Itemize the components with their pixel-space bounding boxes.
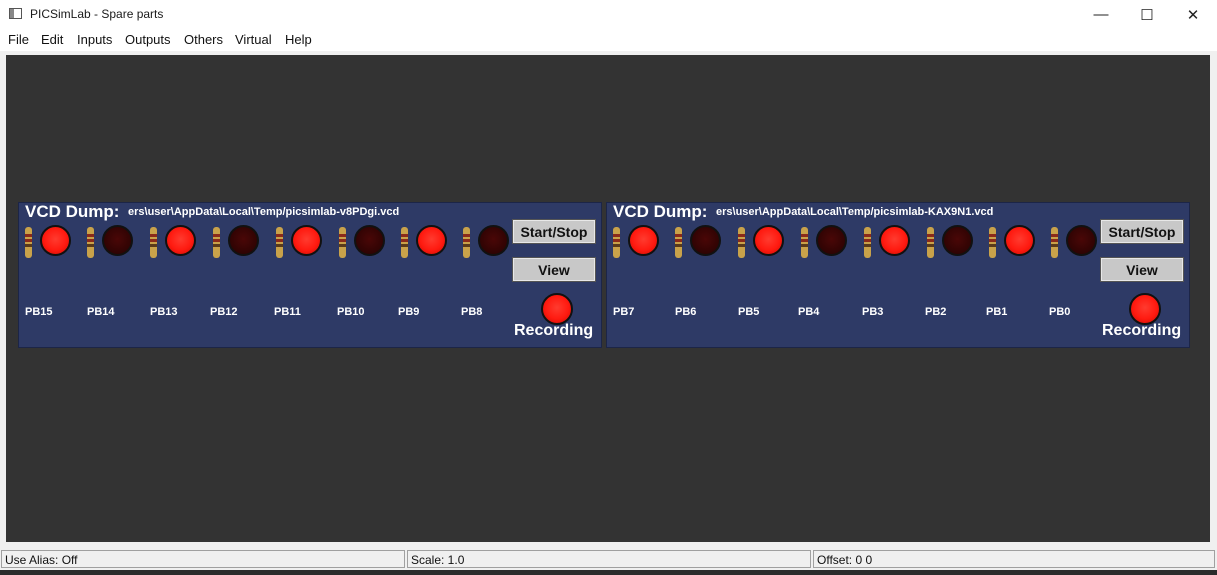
vcd-dump-panel-2: VCD Dump: ers\user\AppData\Local\Temp/pic…	[606, 202, 1190, 348]
menu-bar: File Edit Inputs Outputs Others Virtual …	[0, 29, 1217, 51]
led-pb7	[628, 225, 659, 256]
led-pb9	[416, 225, 447, 256]
resistor-icon	[339, 227, 346, 258]
status-scale: Scale: 1.0	[407, 550, 811, 568]
resistor-icon	[276, 227, 283, 258]
pin-label-pb3: PB3	[862, 306, 884, 318]
app-icon	[9, 8, 22, 19]
led-pb0	[1066, 225, 1097, 256]
taskbar-strip	[0, 570, 1217, 575]
resistor-icon	[25, 227, 32, 258]
resistor-icon	[1051, 227, 1058, 258]
pin-label-pb11: PB11	[274, 306, 301, 318]
led-pb8	[478, 225, 509, 256]
pin-label-pb6: PB6	[675, 306, 697, 318]
led-pb11	[291, 225, 322, 256]
status-alias: Use Alias: Off	[1, 550, 405, 568]
status-bar: Use Alias: Off Scale: 1.0 Offset: 0 0	[0, 548, 1217, 570]
menu-inputs[interactable]: Inputs	[77, 32, 112, 47]
led-pb6	[690, 225, 721, 256]
led-pb2	[942, 225, 973, 256]
pin-label-pb15: PB15	[25, 306, 53, 318]
resistor-icon	[989, 227, 996, 258]
pin-label-pb7: PB7	[613, 306, 635, 318]
resistor-icon	[801, 227, 808, 258]
minimize-button[interactable]: —	[1078, 0, 1124, 29]
resistor-icon	[463, 227, 470, 258]
status-offset: Offset: 0 0	[813, 550, 1215, 568]
resistor-icon	[401, 227, 408, 258]
led-pb12	[228, 225, 259, 256]
resistor-icon	[87, 227, 94, 258]
recording-label: Recording	[514, 322, 594, 339]
recording-indicator-led	[1129, 293, 1161, 325]
menu-others[interactable]: Others	[184, 32, 223, 47]
resistor-icon	[150, 227, 157, 258]
view-button[interactable]: View	[512, 257, 596, 282]
pin-label-pb5: PB5	[738, 306, 760, 318]
led-pb4	[816, 225, 847, 256]
pin-label-pb9: PB9	[398, 306, 420, 318]
led-pb5	[753, 225, 784, 256]
workspace-canvas[interactable]: VCD Dump: ers\user\AppData\Local\Temp/pic…	[6, 55, 1210, 542]
maximize-button[interactable]: ☐	[1124, 0, 1170, 29]
led-pb10	[354, 225, 385, 256]
menu-file[interactable]: File	[8, 32, 29, 47]
pin-label-pb13: PB13	[150, 306, 178, 318]
resistor-icon	[927, 227, 934, 258]
led-pb3	[879, 225, 910, 256]
start-stop-button[interactable]: Start/Stop	[512, 219, 596, 244]
menu-help[interactable]: Help	[285, 32, 312, 47]
pin-label-pb0: PB0	[1049, 306, 1071, 318]
vcd-dump-label: VCD Dump:	[613, 202, 708, 221]
vcd-dump-label: VCD Dump:	[25, 202, 120, 221]
resistor-icon	[213, 227, 220, 258]
view-button[interactable]: View	[1100, 257, 1184, 282]
pin-label-pb10: PB10	[337, 306, 365, 318]
window-title: PICSimLab - Spare parts	[30, 7, 164, 21]
pin-label-pb2: PB2	[925, 306, 947, 318]
pin-label-pb4: PB4	[798, 306, 820, 318]
recording-label: Recording	[1102, 322, 1182, 339]
pin-label-pb14: PB14	[87, 306, 115, 318]
pin-label-pb12: PB12	[210, 306, 238, 318]
resistor-icon	[864, 227, 871, 258]
pin-label-pb8: PB8	[461, 306, 483, 318]
close-button[interactable]: ✕	[1170, 0, 1216, 29]
vcd-file-path: ers\user\AppData\Local\Temp/picsimlab-v8…	[128, 206, 400, 218]
led-pb15	[40, 225, 71, 256]
led-pb14	[102, 225, 133, 256]
led-pb1	[1004, 225, 1035, 256]
pin-label-pb1: PB1	[986, 306, 1008, 318]
recording-indicator-led	[541, 293, 573, 325]
led-pb13	[165, 225, 196, 256]
resistor-icon	[613, 227, 620, 258]
menu-outputs[interactable]: Outputs	[125, 32, 171, 47]
start-stop-button[interactable]: Start/Stop	[1100, 219, 1184, 244]
resistor-icon	[738, 227, 745, 258]
resistor-icon	[675, 227, 682, 258]
vcd-dump-panel-1: VCD Dump: ers\user\AppData\Local\Temp/pic…	[18, 202, 602, 348]
vcd-file-path: ers\user\AppData\Local\Temp/picsimlab-KA…	[716, 206, 994, 218]
title-bar: PICSimLab - Spare parts — ☐ ✕	[0, 0, 1217, 29]
menu-edit[interactable]: Edit	[41, 32, 63, 47]
menu-virtual[interactable]: Virtual	[235, 32, 272, 47]
